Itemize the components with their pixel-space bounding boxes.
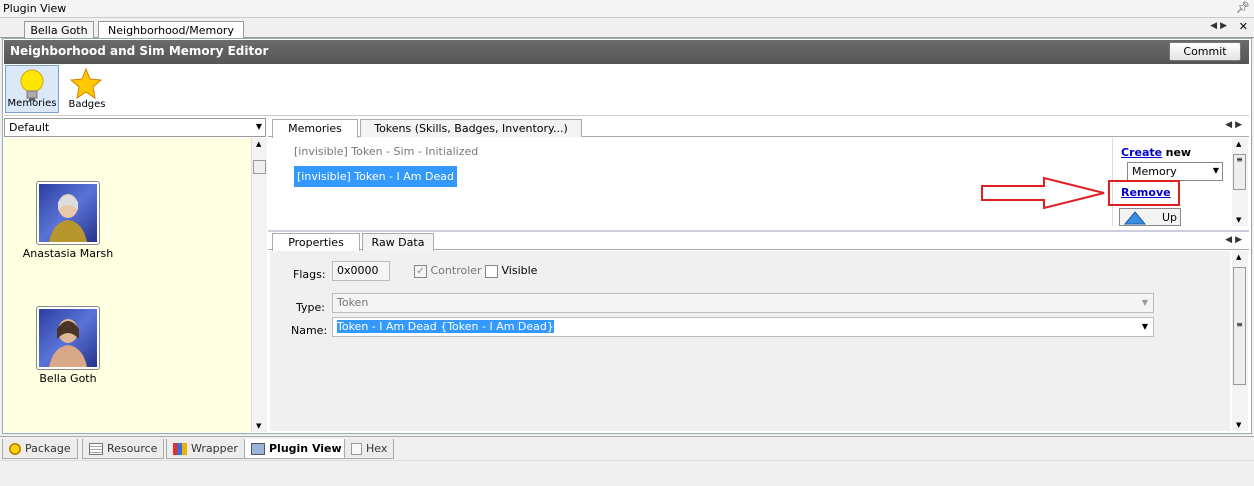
window-title: Plugin View	[3, 2, 67, 15]
name-combobox[interactable]: Token - I Am Dead {Token - I Am Dead} ▼	[332, 317, 1154, 337]
doc-tab-bella-goth[interactable]: Bella Goth	[24, 21, 94, 38]
pin-icon[interactable]: 📌︎	[1236, 1, 1250, 14]
wrapper-icon	[173, 443, 187, 455]
tab-resource-label: Resource	[107, 442, 158, 455]
tab-scroll-arrows-icon[interactable]: ◀▶	[1225, 120, 1245, 130]
tab-package-label: Package	[25, 442, 71, 455]
sim-portrait	[36, 181, 100, 245]
tab-resource[interactable]: Resource	[82, 439, 165, 459]
controler-checkbox[interactable]: ✓ Controler	[414, 264, 482, 278]
editor-title: Neighborhood and Sim Memory Editor	[10, 44, 269, 58]
annotation-highlight-box	[1108, 180, 1180, 206]
tab-memories[interactable]: Memories	[272, 119, 358, 138]
tab-scroll-arrows-icon[interactable]: ◀▶	[1225, 235, 1245, 245]
property-tabs: Properties Raw Data ◀▶	[268, 230, 1249, 252]
up-arrow-icon	[1124, 211, 1146, 225]
sim-avatar-anastasia-icon	[49, 194, 87, 242]
badges-label: Badges	[68, 99, 106, 110]
chevron-down-icon: ▼	[1141, 298, 1148, 307]
annotation-arrow-icon	[981, 176, 1105, 210]
sim-portrait	[36, 306, 100, 370]
memories-button[interactable]: Memories	[5, 65, 59, 113]
tab-wrapper-label: Wrapper	[191, 442, 238, 455]
name-label: Name:	[291, 324, 328, 337]
editor-header: Neighborhood and Sim Memory Editor Commi…	[4, 40, 1249, 64]
tab-tokens[interactable]: Tokens (Skills, Badges, Inventory...)	[360, 119, 582, 137]
type-value: Token	[337, 296, 369, 309]
document-tabs: Bella Goth Neighborhood/Memory ◀▶ ✕	[0, 18, 1254, 39]
sim-name: Bella Goth	[39, 372, 97, 385]
chevron-down-icon: ▼	[1141, 322, 1148, 331]
create-suffix: new	[1165, 146, 1192, 159]
bottom-view-tabs: Package Resource Wrapper Plugin View Hex	[0, 436, 1254, 460]
sim-list: Anastasia Marsh Bella Goth	[4, 138, 251, 432]
editor-toolbar: Memories Badges	[4, 64, 1249, 116]
properties-scrollbar[interactable]: ▲ ≡ ▼	[1232, 251, 1248, 431]
chevron-down-icon: ▼	[255, 122, 262, 131]
properties-panel: Flags: 0x0000 ✓ Controler Visible Type: …	[270, 251, 1230, 431]
doc-tab-neighborhood-memory[interactable]: Neighborhood/Memory	[98, 21, 244, 39]
sim-list-scrollbar[interactable]: ▲ ▼	[251, 138, 267, 432]
scroll-down-icon[interactable]: ▼	[256, 422, 261, 430]
window-title-bar: Plugin View 📌︎	[0, 0, 1254, 18]
commit-button[interactable]: Commit	[1169, 42, 1241, 61]
neighborhood-select[interactable]: Default ▼	[4, 118, 266, 137]
chevron-down-icon: ▼	[1212, 166, 1219, 175]
sim-avatar-bella-icon	[49, 319, 87, 367]
tab-scroll-arrows-icon[interactable]: ◀▶	[1210, 21, 1230, 31]
scrollbar-thumb[interactable]: ≡	[1233, 267, 1246, 385]
flags-label: Flags:	[293, 268, 326, 281]
memories-label: Memories	[7, 98, 57, 109]
type-label: Type:	[296, 301, 325, 314]
visible-label: Visible	[501, 264, 538, 277]
tab-plugin-view[interactable]: Plugin View	[244, 439, 349, 459]
name-value: Token - I Am Dead {Token - I Am Dead}	[337, 320, 554, 333]
close-icon[interactable]: ✕	[1239, 20, 1248, 33]
tab-wrapper[interactable]: Wrapper	[166, 439, 245, 459]
controler-label: Controler	[430, 264, 482, 277]
flags-field[interactable]: 0x0000	[332, 261, 390, 281]
status-bar	[0, 460, 1254, 486]
tab-package[interactable]: Package	[2, 439, 78, 459]
visible-checkbox[interactable]: Visible	[485, 264, 537, 278]
scroll-down-icon[interactable]: ▼	[1236, 421, 1241, 429]
plugin-view-icon	[251, 443, 265, 455]
memory-list-scrollbar[interactable]: ▲ ≡ ▼	[1232, 138, 1248, 226]
resource-icon	[89, 443, 103, 455]
tab-properties[interactable]: Properties	[272, 233, 360, 252]
up-button[interactable]: Up	[1119, 208, 1181, 226]
scrollbar-thumb[interactable]	[253, 160, 266, 174]
tab-hex[interactable]: Hex	[344, 439, 395, 459]
lightbulb-icon	[20, 69, 44, 101]
neighborhood-select-value: Default	[9, 121, 50, 134]
avatar	[39, 309, 97, 367]
badges-button[interactable]: Badges	[60, 65, 114, 113]
star-icon	[70, 68, 102, 100]
list-item-selected[interactable]: [invisible] Token - I Am Dead	[294, 166, 457, 187]
memory-type-value: Memory	[1132, 165, 1177, 178]
sim-name: Anastasia Marsh	[22, 247, 114, 260]
create-row: Create new	[1121, 146, 1191, 159]
memory-type-select[interactable]: Memory ▼	[1127, 162, 1223, 181]
scroll-down-icon[interactable]: ▼	[1236, 216, 1241, 224]
scroll-up-icon[interactable]: ▲	[1236, 253, 1241, 261]
scrollbar-thumb[interactable]: ≡	[1233, 154, 1246, 190]
type-select[interactable]: Token ▼	[332, 293, 1154, 313]
up-label: Up	[1162, 211, 1178, 224]
create-link[interactable]: Create	[1121, 146, 1162, 159]
list-item[interactable]: [invisible] Token - Sim - Initialized	[294, 145, 478, 158]
sim-item[interactable]: Anastasia Marsh	[23, 181, 128, 260]
tab-plugin-view-label: Plugin View	[269, 442, 342, 455]
scroll-up-icon[interactable]: ▲	[256, 140, 261, 148]
tab-hex-label: Hex	[366, 442, 388, 455]
hex-icon	[351, 443, 362, 455]
sim-item[interactable]: Bella Goth	[36, 306, 128, 385]
avatar	[39, 184, 97, 242]
memory-tabs: Memories Tokens (Skills, Badges, Invento…	[268, 117, 1249, 138]
check-icon: ✓	[414, 264, 427, 278]
package-icon	[9, 443, 21, 455]
checkbox-box	[485, 264, 498, 278]
tab-raw-data[interactable]: Raw Data	[362, 233, 434, 251]
scroll-up-icon[interactable]: ▲	[1236, 140, 1241, 148]
